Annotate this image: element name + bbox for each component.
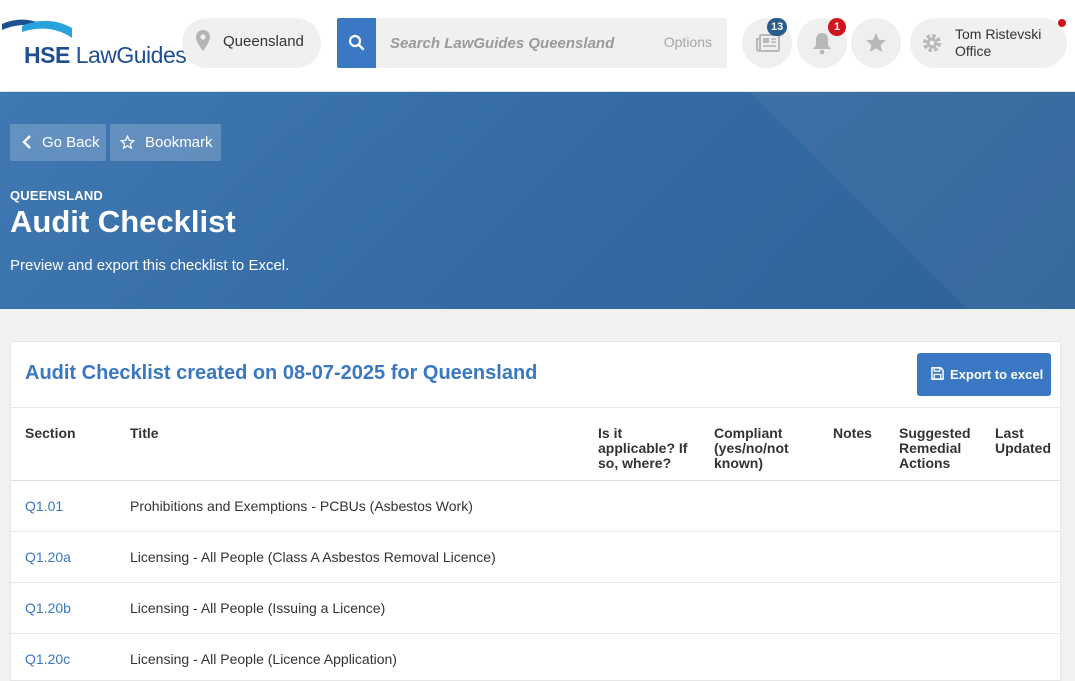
row-title: Prohibitions and Exemptions - PCBUs (Asb… <box>130 498 473 514</box>
chevron-left-icon <box>22 135 31 149</box>
table-row: Q1.20b Licensing - All People (Issuing a… <box>11 583 1060 634</box>
page-kicker: QUEENSLAND <box>10 188 104 203</box>
user-name: Tom Ristevski <box>955 26 1042 42</box>
row-title: Licensing - All People (Class A Asbestos… <box>130 549 496 565</box>
search-options-link[interactable]: Options <box>664 34 712 50</box>
search-input[interactable] <box>376 18 646 68</box>
search-box: Options <box>376 18 727 68</box>
location-selector[interactable]: Queensland <box>182 18 321 68</box>
logo-text: HSE LawGuides <box>24 42 187 68</box>
column-header-title: Title <box>130 425 159 441</box>
notifications-button[interactable]: 1 <box>797 18 847 68</box>
table-row: Q1.20a Licensing - All People (Class A A… <box>11 532 1060 583</box>
column-header-notes: Notes <box>833 425 872 441</box>
column-header-applicable: Is it applicable? If so, where? <box>598 425 688 471</box>
page-hero: Go Back Bookmark QUEENSLAND Audit Checkl… <box>0 92 1075 309</box>
news-count-badge: 13 <box>767 18 788 36</box>
location-pin-icon <box>196 30 210 51</box>
section-link[interactable]: Q1.20a <box>25 549 71 565</box>
section-link[interactable]: Q1.01 <box>25 498 63 514</box>
checklist-card: Audit Checklist created on 08-07-2025 fo… <box>10 341 1061 681</box>
export-to-excel-button[interactable]: Export to excel <box>917 353 1051 396</box>
checklist-title: Audit Checklist created on 08-07-2025 fo… <box>25 362 538 384</box>
top-bar: HSE LawGuides Queensland Options 13 <box>0 0 1075 92</box>
column-header-last-updated: Last Updated <box>995 425 1051 456</box>
user-menu[interactable]: Tom Ristevski Office <box>910 18 1067 68</box>
bell-icon <box>813 33 831 55</box>
star-icon <box>866 33 886 52</box>
page-description: Preview and export this checklist to Exc… <box>10 257 290 274</box>
gear-icon <box>923 34 941 52</box>
status-dot <box>1058 19 1066 27</box>
row-title: Licensing - All People (Licence Applicat… <box>130 651 397 667</box>
save-icon <box>931 367 944 380</box>
table-row: Q1.20c Licensing - All People (Licence A… <box>11 634 1060 681</box>
go-back-button[interactable]: Go Back <box>10 124 106 161</box>
section-link[interactable]: Q1.20c <box>25 651 70 667</box>
table-row: Q1.01 Prohibitions and Exemptions - PCBU… <box>11 481 1060 532</box>
user-org: Office <box>955 43 992 59</box>
favorites-button[interactable] <box>851 18 901 68</box>
row-title: Licensing - All People (Issuing a Licenc… <box>130 600 386 616</box>
star-outline-icon <box>120 135 135 150</box>
search-icon <box>348 34 365 51</box>
news-button[interactable]: 13 <box>742 18 792 68</box>
page-title: Audit Checklist <box>10 204 236 239</box>
section-link[interactable]: Q1.20b <box>25 600 71 616</box>
column-header-remedial-actions: Suggested Remedial Actions <box>899 425 971 471</box>
search-button[interactable] <box>337 18 376 68</box>
notification-count-badge: 1 <box>828 18 846 36</box>
column-header-section: Section <box>25 425 76 441</box>
location-label: Queensland <box>223 33 304 50</box>
logo[interactable]: HSE LawGuides <box>2 18 187 70</box>
logo-swoosh-icon <box>2 19 72 38</box>
column-header-compliant: Compliant (yes/no/not known) <box>714 425 789 471</box>
bookmark-button[interactable]: Bookmark <box>110 124 221 161</box>
